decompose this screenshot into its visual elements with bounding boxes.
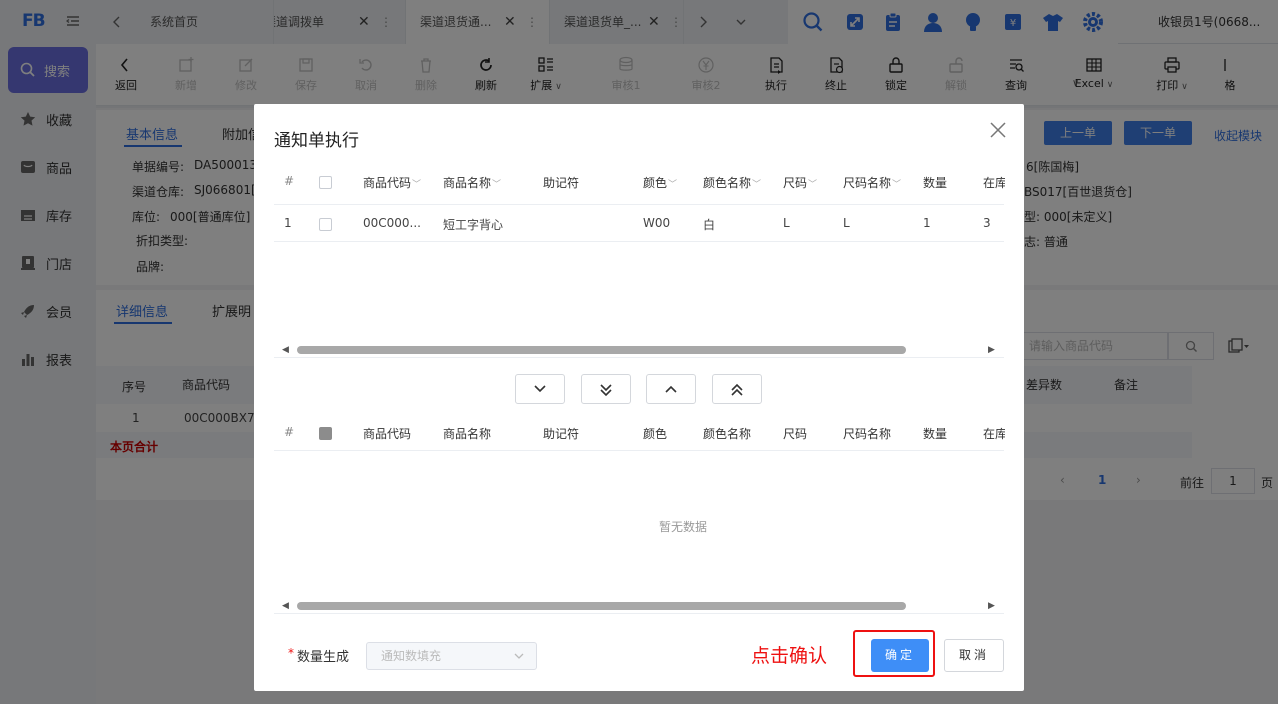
column-header: 尺码	[783, 427, 808, 441]
cancel-button[interactable]: 取消	[944, 639, 1004, 672]
select-value: 通知数填充	[381, 649, 442, 663]
qty-gen-label: 数量生成	[297, 650, 350, 665]
chevron-down-icon	[513, 651, 525, 661]
double-chevron-down-icon	[600, 384, 612, 397]
double-chevron-up-icon	[731, 383, 743, 396]
close-icon[interactable]	[988, 120, 1008, 140]
table-cell: 3	[983, 216, 991, 230]
scroll-thumb[interactable]	[297, 602, 906, 610]
scroll-left-icon[interactable]: ◀	[282, 345, 289, 355]
column-header: 颜色名称	[703, 427, 752, 441]
column-header: 数量	[923, 427, 948, 441]
column-header: 在库	[983, 176, 1005, 190]
empty-text: 暂无数据	[659, 520, 708, 534]
scroll-right-icon[interactable]: ▶	[988, 601, 995, 611]
sort-icon[interactable]: ﹀	[808, 180, 817, 190]
column-header: 尺码名称	[843, 427, 892, 441]
table-cell: L	[783, 216, 790, 230]
divider	[274, 357, 1004, 358]
column-label: 商品代码	[363, 176, 412, 190]
column-header: 在库	[983, 427, 1005, 441]
dialog-title: 通知单执行	[274, 131, 359, 151]
required-mark: *	[288, 646, 294, 660]
column-header: 商品名称﹀	[443, 174, 501, 191]
chevron-down-icon	[534, 385, 546, 393]
confirm-button[interactable]: 确定	[871, 639, 929, 672]
chevron-up-icon	[665, 385, 677, 393]
column-label: 颜色名称	[703, 176, 752, 190]
move-all-up-button[interactable]	[712, 374, 762, 404]
row-checkbox[interactable]	[319, 218, 332, 231]
column-label: 商品名称	[443, 176, 492, 190]
divider	[274, 241, 1004, 242]
move-up-button[interactable]	[646, 374, 696, 404]
sort-icon[interactable]: ﹀	[752, 180, 761, 190]
table-cell: 1	[284, 216, 292, 230]
sort-icon[interactable]: ﹀	[892, 180, 901, 190]
divider	[274, 613, 1004, 614]
divider	[274, 204, 1004, 205]
table-cell: 1	[923, 216, 931, 230]
scroll-right-icon[interactable]: ▶	[988, 345, 995, 355]
column-header: 助记符	[543, 176, 580, 190]
table-cell: 00C000...	[363, 216, 421, 230]
move-down-button[interactable]	[515, 374, 565, 404]
scroll-left-icon[interactable]: ◀	[282, 601, 289, 611]
scroll-thumb[interactable]	[297, 346, 906, 354]
column-header: 颜色名称﹀	[703, 174, 761, 191]
column-header: 数量	[923, 176, 948, 190]
column-label: 尺码	[783, 176, 808, 190]
divider	[274, 450, 1004, 451]
notice-execute-dialog: 通知单执行 ◀ ▶ 暂无数据 ◀ ▶ * 数量生成 通知数填充 点击确认 确定 …	[254, 104, 1024, 691]
horizontal-scrollbar[interactable]: ◀ ▶	[274, 344, 1004, 356]
move-all-down-button[interactable]	[581, 374, 631, 404]
column-label: 尺码名称	[843, 176, 892, 190]
column-header: 助记符	[543, 427, 580, 441]
select-all-checkbox[interactable]	[319, 176, 332, 189]
sort-icon[interactable]: ﹀	[668, 180, 677, 190]
sort-icon[interactable]: ﹀	[492, 180, 501, 190]
column-header: #	[284, 425, 295, 439]
select-all-checkbox[interactable]	[319, 427, 332, 440]
column-header: #	[284, 174, 295, 188]
table-cell: 白	[703, 218, 716, 232]
table-cell: 短工字背心	[443, 218, 504, 232]
horizontal-scrollbar[interactable]: ◀ ▶	[274, 600, 1004, 612]
column-header: 商品代码﹀	[363, 174, 421, 191]
annotation-text: 点击确认	[751, 645, 828, 667]
column-header: 尺码﹀	[783, 174, 817, 191]
column-header: 颜色	[643, 427, 668, 441]
qty-gen-select[interactable]: 通知数填充	[366, 642, 537, 670]
column-header: 商品代码	[363, 427, 412, 441]
table-cell: W00	[643, 216, 671, 230]
column-header: 商品名称	[443, 427, 492, 441]
table-cell: L	[843, 216, 850, 230]
column-header: 颜色﹀	[643, 174, 677, 191]
column-header: 尺码名称﹀	[843, 174, 901, 191]
column-label: 颜色	[643, 176, 668, 190]
sort-icon[interactable]: ﹀	[412, 180, 421, 190]
